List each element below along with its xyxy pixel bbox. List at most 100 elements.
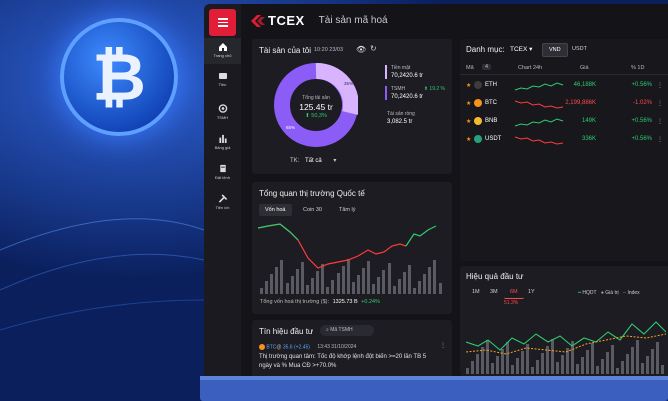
sidebar-item-label: Đặt lệnh — [215, 175, 230, 180]
signal-time: 13:43 31/10/2024 — [317, 344, 357, 351]
sidebar-item-tsmh[interactable]: TSMH — [204, 100, 241, 124]
refresh-icon[interactable]: ↻ — [370, 44, 377, 53]
volume-bar — [295, 269, 299, 294]
tab-coin30[interactable]: Coin 30 — [297, 204, 328, 216]
eye-icon[interactable]: 👁 — [356, 45, 366, 54]
watchlist-select[interactable]: TCEX ▾ — [510, 45, 532, 53]
volume-bar — [377, 277, 381, 294]
tab-3m[interactable]: 3M — [484, 286, 504, 298]
sidebar-item-order[interactable]: Đặt lệnh — [204, 160, 241, 184]
star-icon[interactable]: ★ — [466, 82, 471, 89]
volume-bar — [382, 270, 386, 294]
investment-performance-card: Hiệu quả đầu tư 1M 3M 6M 1Y 51.3% ━ HQDT… — [460, 266, 668, 376]
watchlist-row[interactable]: ★ BNB 149K +0.56% ⋮ — [460, 113, 666, 131]
account-value: Tất cả — [305, 158, 322, 164]
perf-line-chart — [466, 321, 666, 355]
more-icon[interactable]: ⋮ — [657, 136, 663, 143]
volume-bar — [356, 275, 360, 294]
sidebar-item-label: Trang chủ — [213, 53, 232, 58]
legend-index: Index — [627, 290, 640, 296]
sidebar-item-tools[interactable]: Tiện ích — [204, 190, 241, 214]
volume-bar — [466, 368, 469, 374]
volume-bar — [336, 273, 340, 294]
bar-chart-icon — [218, 134, 227, 143]
tab-sentiment[interactable]: Tâm lý — [333, 204, 362, 216]
more-icon[interactable]: ⋮ — [657, 82, 663, 89]
tools-icon — [218, 194, 227, 203]
signals-card: Tín hiệu đầu tư ⌕ Mã TSMH BTC@ 35.6 (+2.… — [252, 320, 452, 376]
app-window: Trang chủ Tiền TSMH Bảng giá Đặt lệnh Ti… — [204, 4, 668, 376]
volume-bar — [511, 365, 514, 374]
coin-icon — [218, 104, 227, 113]
volume-bar — [285, 283, 289, 294]
volume-bar — [423, 274, 427, 294]
account-label: TK: — [290, 158, 300, 164]
search-input[interactable]: ⌕ Mã TSMH — [320, 325, 374, 336]
volume-bar — [491, 363, 494, 374]
watchlist-row[interactable]: ★ BTC 2,199,886K -1.02% ⋮ — [460, 95, 666, 113]
star-icon[interactable]: ★ — [466, 100, 471, 107]
sidebar-item-price-board[interactable]: Bảng giá — [204, 130, 241, 154]
my-assets-card: Tài sản của tôi 10:20 23/03 👁 ↻ 35% 65% … — [252, 39, 452, 174]
legend-value: 70,2420.6 tr — [391, 73, 424, 79]
sidebar-item-label: Tiền — [218, 82, 227, 87]
watchlist-row[interactable]: ★ ETH 46,188K +0.56% ⋮ — [460, 77, 666, 95]
count-badge: 4 — [482, 64, 492, 70]
change: -1.02% — [632, 100, 652, 106]
market-cap-line-chart — [258, 223, 437, 269]
donut-center: Tổng tài sản 125.45 tr ⬆ 50,3% — [274, 95, 358, 119]
sparkline — [514, 136, 564, 145]
symbol: BNB — [485, 118, 498, 124]
watchlist-card: Danh mục: TCEX ▾ VND USDT Mã 4 Chart 24h… — [460, 39, 668, 261]
more-icon[interactable]: ⋮ — [440, 342, 446, 349]
col-chart: Chart 24h — [518, 65, 543, 71]
menu-button[interactable] — [209, 9, 236, 36]
volume-bar — [621, 361, 624, 374]
volume-bar — [556, 362, 559, 374]
legend-label: TSMH — [391, 86, 406, 92]
star-icon[interactable]: ★ — [466, 136, 471, 143]
symbol: BTC — [485, 100, 497, 106]
sparkline — [514, 118, 564, 127]
tab-vnd[interactable]: VND — [542, 43, 568, 57]
center-label: Tổng tài sản — [302, 95, 330, 101]
col-price: Giá — [580, 65, 589, 71]
volume-bar — [260, 288, 263, 294]
volume-bar — [576, 364, 579, 374]
watchlist-header: Mã 4 Chart 24h Giá % 1D — [460, 61, 668, 75]
tab-6m[interactable]: 6M — [504, 286, 524, 299]
legend-change: 19.2 % — [429, 86, 445, 92]
watchlist-label: Danh mục: — [466, 45, 505, 54]
net-label: Tài sản ròng — [387, 111, 415, 117]
tab-market-cap[interactable]: Vốn hoá — [259, 204, 292, 216]
watchlist-value: TCEX — [510, 46, 528, 53]
net-value: 3,082.5 tr — [387, 119, 413, 125]
tab-1m[interactable]: 1M — [466, 286, 486, 298]
signal-text: Thị trường quan tâm: Tốc độ khớp lệnh độ… — [259, 354, 427, 369]
legend-label: Tiền mặt — [391, 65, 411, 71]
more-icon[interactable]: ⋮ — [657, 118, 663, 125]
volume-bar — [326, 287, 330, 294]
tab-usdt[interactable]: USDT — [566, 43, 593, 55]
volume-bar — [392, 286, 396, 294]
account-selector[interactable]: TK: Tất cả ▾ — [290, 157, 336, 164]
search-placeholder: Mã TSMH — [330, 327, 353, 333]
sparkline — [514, 100, 564, 109]
volume-bar — [616, 368, 619, 374]
volume-bar — [397, 279, 401, 294]
svg-text:₿: ₿ — [92, 40, 146, 114]
symbol: USDT — [485, 136, 502, 142]
slice-tsmh-label: 65% — [286, 125, 295, 130]
change: +0.56% — [631, 136, 652, 142]
tab-1y[interactable]: 1Y — [522, 286, 541, 298]
legend-hqdt: HQDT — [582, 290, 597, 296]
star-icon[interactable]: ★ — [466, 118, 471, 125]
volume-bar — [641, 363, 644, 374]
sidebar-item-home[interactable]: Trang chủ — [204, 38, 241, 64]
cap-label: Tổng vốn hoá thị trường ($): — [260, 299, 330, 305]
legend-value: Giá trị — [605, 290, 619, 296]
sidebar-item-label: Tiện ích — [215, 205, 230, 210]
sidebar-item-money[interactable]: Tiền — [204, 68, 241, 92]
watchlist-row[interactable]: ★ USDT 336K +0.56% ⋮ — [460, 131, 666, 149]
more-icon[interactable]: ⋮ — [657, 100, 663, 107]
